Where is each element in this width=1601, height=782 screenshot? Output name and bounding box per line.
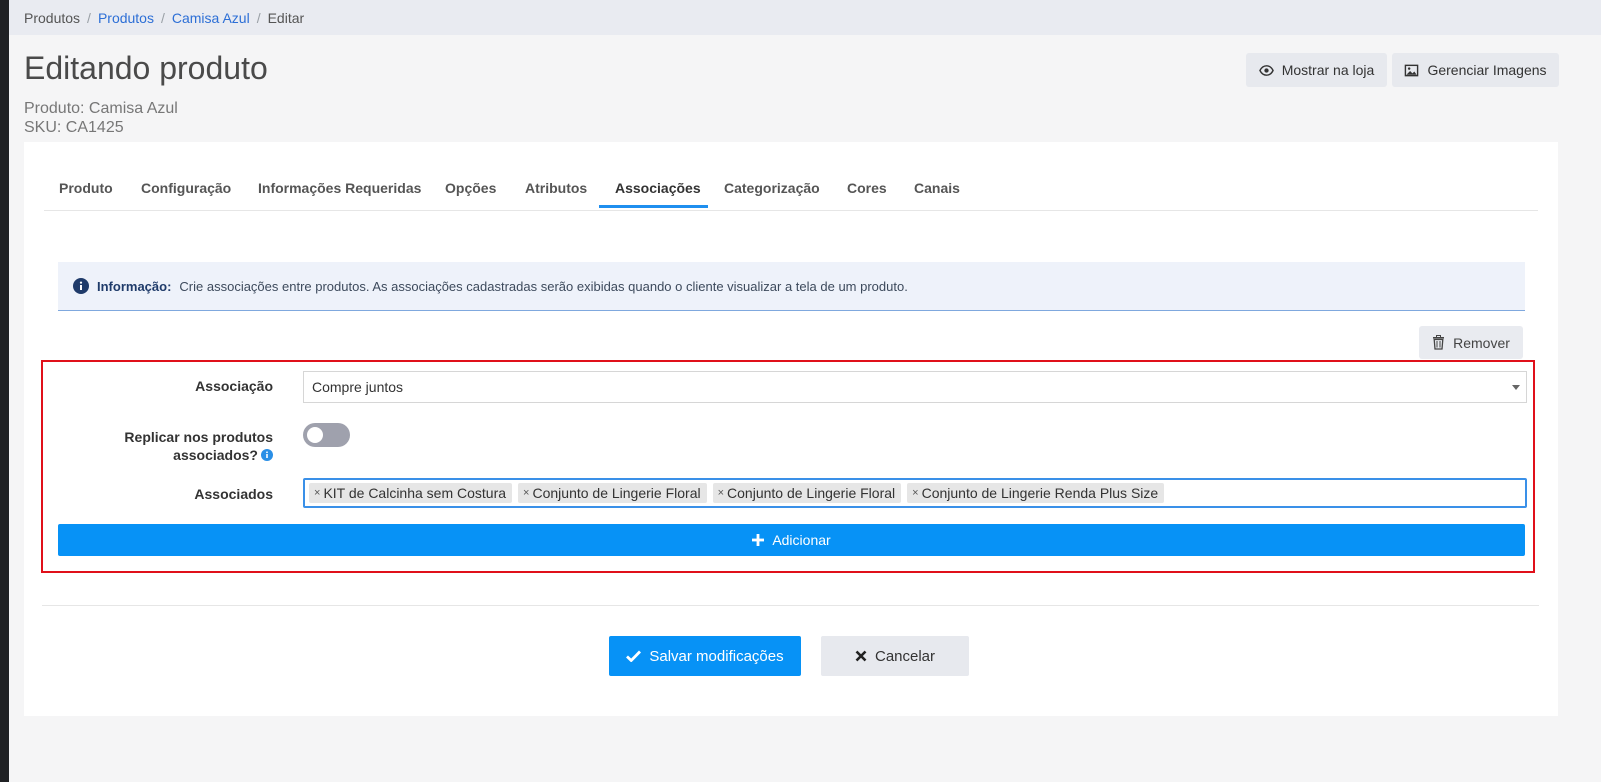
info-text: Crie associações entre produtos. As asso… — [179, 278, 908, 294]
eye-icon — [1258, 64, 1274, 76]
breadcrumb: Produtos / Produtos / Camisa Azul / Edit… — [9, 0, 1601, 35]
remove-label: Remover — [1453, 334, 1510, 351]
tag-remove-icon[interactable]: × — [912, 487, 918, 499]
tab-opcoes[interactable]: Opções — [445, 168, 496, 208]
remove-association-button[interactable]: Remover — [1419, 326, 1523, 359]
product-name-line: Produto: Camisa Azul — [24, 100, 178, 117]
image-icon — [1405, 64, 1419, 76]
association-selected-value: Compre juntos — [312, 379, 404, 395]
help-info-icon[interactable] — [261, 449, 273, 461]
cancel-button[interactable]: Cancelar — [821, 636, 969, 676]
breadcrumb-separator: / — [256, 9, 261, 26]
trash-icon — [1433, 335, 1445, 350]
replicate-label-line2: associados? — [173, 447, 258, 463]
info-icon — [73, 278, 89, 294]
breadcrumb-separator: / — [160, 9, 165, 26]
tag-remove-icon[interactable]: × — [718, 487, 724, 499]
tab-canais[interactable]: Canais — [914, 168, 960, 208]
replicate-label-line1: Replicar nos produtos — [124, 429, 273, 445]
associated-tag: × Conjunto de Lingerie Floral — [712, 483, 902, 503]
tab-categorizacao[interactable]: Categorização — [724, 168, 820, 208]
left-window-edge — [0, 0, 9, 782]
associated-tag-label: Conjunto de Lingerie Floral — [532, 485, 701, 501]
breadcrumb-separator: / — [87, 9, 91, 26]
associated-tag: × Conjunto de Lingerie Floral — [518, 483, 707, 503]
tab-configuracao[interactable]: Configuração — [141, 168, 231, 208]
association-label: Associação — [195, 378, 273, 394]
add-association-button[interactable]: Adicionar — [58, 524, 1525, 556]
associated-tag: × Conjunto de Lingerie Renda Plus Size — [907, 483, 1165, 503]
associated-tag-label: KIT de Calcinha sem Costura — [323, 485, 507, 501]
close-icon — [855, 650, 867, 662]
cancel-label: Cancelar — [874, 647, 936, 665]
form-divider — [42, 605, 1539, 606]
show-in-store-button[interactable]: Mostrar na loja — [1246, 53, 1387, 87]
product-meta: Produto: Camisa Azul SKU: CA1425 — [24, 99, 178, 137]
breadcrumb-item-current: Editar — [267, 9, 305, 26]
save-changes-button[interactable]: Salvar modificações — [609, 636, 801, 676]
info-label: Informação: — [97, 278, 172, 294]
show-in-store-label: Mostrar na loja — [1281, 62, 1375, 78]
tab-informacoes-requeridas[interactable]: Informações Requeridas — [258, 168, 421, 208]
associated-products-input[interactable]: × KIT de Calcinha sem Costura × Conjunto d… — [303, 478, 1527, 508]
tab-bar: Produto Configuração Informações Requeri… — [44, 168, 1538, 211]
info-alert: Informação: Crie associações entre produ… — [58, 262, 1525, 311]
toggle-knob — [307, 427, 323, 443]
replicate-label: Replicar nos produtos associados? — [100, 428, 273, 464]
manage-images-label: Gerenciar Imagens — [1427, 62, 1547, 78]
page-title: Editando produto — [24, 50, 268, 86]
active-tab-indicator — [599, 205, 708, 208]
tab-atributos[interactable]: Atributos — [525, 168, 587, 208]
replicate-label-line2-wrap: associados? — [100, 446, 273, 464]
add-label: Adicionar — [772, 532, 831, 548]
plus-icon — [752, 534, 765, 546]
check-icon — [626, 650, 642, 662]
associated-tag-label: Conjunto de Lingerie Renda Plus Size — [921, 485, 1159, 501]
chevron-down-icon — [1512, 385, 1520, 390]
tab-cores[interactable]: Cores — [847, 168, 887, 208]
tag-remove-icon[interactable]: × — [523, 487, 529, 499]
save-label: Salvar modificações — [649, 647, 784, 665]
manage-images-button[interactable]: Gerenciar Imagens — [1392, 53, 1559, 87]
associated-label: Associados — [194, 486, 273, 502]
replicate-toggle[interactable] — [303, 423, 350, 447]
breadcrumb-item-produtos[interactable]: Produtos — [98, 10, 154, 26]
tab-associacoes[interactable]: Associações — [615, 168, 701, 208]
associated-tag-label: Conjunto de Lingerie Floral — [727, 485, 896, 501]
breadcrumb-item-product[interactable]: Camisa Azul — [172, 10, 250, 26]
association-select[interactable]: Compre juntos — [303, 371, 1527, 403]
breadcrumb-item-produtos-root[interactable]: Produtos — [24, 10, 80, 26]
tag-remove-icon[interactable]: × — [314, 487, 320, 499]
associated-tag: × KIT de Calcinha sem Costura — [309, 483, 513, 503]
tab-produto[interactable]: Produto — [59, 168, 113, 208]
product-sku-line: SKU: CA1425 — [24, 119, 124, 136]
